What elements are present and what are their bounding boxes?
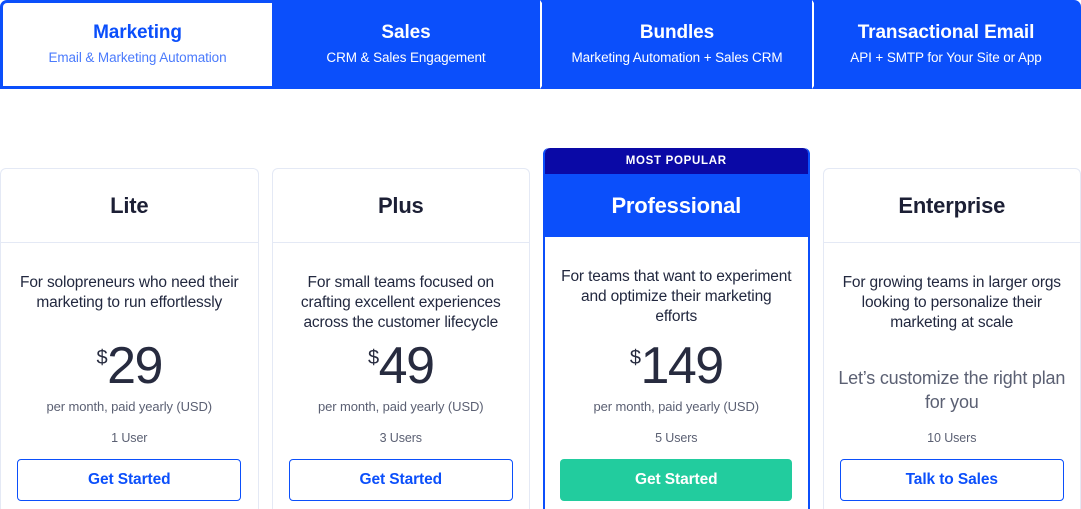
- tab-marketing-title: Marketing: [93, 22, 182, 43]
- tab-bundles[interactable]: Bundles Marketing Automation + Sales CRM: [540, 0, 812, 89]
- plan-user-count: 10 Users: [927, 431, 977, 445]
- talk-to-sales-button[interactable]: Talk to Sales: [839, 459, 1064, 501]
- plan-name: Professional: [611, 192, 742, 218]
- plan-price-note: per month, paid yearly (USD): [46, 399, 213, 414]
- price-amount: 149: [640, 337, 724, 395]
- currency-symbol: $: [629, 347, 641, 369]
- plan-price-block: $ 149 per month, paid yearly (USD) 5 Use…: [559, 339, 793, 509]
- pricing-card-plus-header: Plus: [272, 169, 530, 243]
- tab-sales[interactable]: Sales CRM & Sales Engagement: [272, 0, 540, 89]
- pricing-card-professional-header: Professional: [545, 174, 808, 237]
- plan-price: $ 49: [368, 337, 435, 395]
- tab-transactional-email-title: Transactional Email: [857, 22, 1035, 43]
- currency-symbol: $: [96, 347, 108, 369]
- plan-custom-price: Let’s customize the right plan for you: [838, 368, 1066, 412]
- pricing-card-list: Lite For solopreneurs who need their mar…: [0, 148, 1081, 509]
- product-tab-bar: Marketing Email & Marketing Automation S…: [0, 0, 1081, 89]
- tab-transactional-email[interactable]: Transactional Email API + SMTP for Your …: [812, 0, 1081, 89]
- plan-description: For growing teams in larger orgs looking…: [842, 274, 1061, 331]
- plan-price: $ 29: [96, 337, 164, 395]
- plan-price-block: $ 49 per month, paid yearly (USD) 3 User…: [287, 339, 516, 509]
- plan-user-count: 5 Users: [655, 431, 698, 445]
- plan-user-count: 3 Users: [379, 431, 422, 445]
- tab-transactional-email-subtitle: API + SMTP for Your Site or App: [850, 50, 1042, 65]
- tab-bundles-subtitle: Marketing Automation + Sales CRM: [571, 50, 783, 65]
- plan-price-block: Let’s customize the right plan for you 1…: [838, 358, 1067, 509]
- get-started-button-lite[interactable]: Get Started: [17, 459, 242, 501]
- plan-description: For solopreneurs who need their marketin…: [20, 274, 239, 311]
- plan-name: Lite: [110, 192, 149, 218]
- plan-name: Enterprise: [898, 192, 1006, 218]
- get-started-button-plus[interactable]: Get Started: [288, 459, 513, 501]
- tab-sales-subtitle: CRM & Sales Engagement: [326, 50, 486, 65]
- pricing-card-professional: MOST POPULAR Professional For teams that…: [543, 148, 810, 509]
- pricing-card-lite-header: Lite: [1, 169, 258, 243]
- plan-description: For small teams focused on crafting exce…: [300, 274, 501, 331]
- pricing-card-plus: Plus For small teams focused on crafting…: [271, 168, 531, 509]
- price-amount: 29: [107, 337, 163, 395]
- tab-marketing[interactable]: Marketing Email & Marketing Automation: [0, 0, 272, 89]
- plan-price-block: $ 29 per month, paid yearly (USD) 1 User…: [15, 339, 244, 509]
- pricing-card-lite: Lite For solopreneurs who need their mar…: [0, 168, 259, 509]
- pricing-card-enterprise-header: Enterprise: [823, 169, 1081, 243]
- plan-price-note: per month, paid yearly (USD): [318, 399, 484, 414]
- pricing-card-lite-body: For solopreneurs who need their marketin…: [1, 243, 258, 509]
- pricing-card-enterprise: Enterprise For growing teams in larger o…: [822, 168, 1081, 509]
- plan-price: $ 149: [629, 337, 724, 395]
- plan-price-note: per month, paid yearly (USD): [593, 399, 760, 414]
- tab-marketing-subtitle: Email & Marketing Automation: [48, 50, 227, 65]
- pricing-card-enterprise-body: For growing teams in larger orgs looking…: [824, 243, 1081, 509]
- plan-name: Plus: [377, 192, 424, 218]
- most-popular-badge: MOST POPULAR: [545, 148, 808, 174]
- tab-sales-title: Sales: [381, 22, 431, 43]
- price-amount: 49: [378, 337, 435, 395]
- tab-bundles-title: Bundles: [639, 22, 715, 43]
- currency-symbol: $: [368, 347, 379, 369]
- plan-description: For teams that want to experiment and op…: [561, 268, 792, 325]
- plan-user-count: 1 User: [111, 431, 148, 445]
- pricing-card-plus-body: For small teams focused on crafting exce…: [273, 243, 530, 509]
- get-started-button-professional[interactable]: Get Started: [560, 459, 793, 501]
- pricing-card-professional-body: For teams that want to experiment and op…: [545, 237, 807, 509]
